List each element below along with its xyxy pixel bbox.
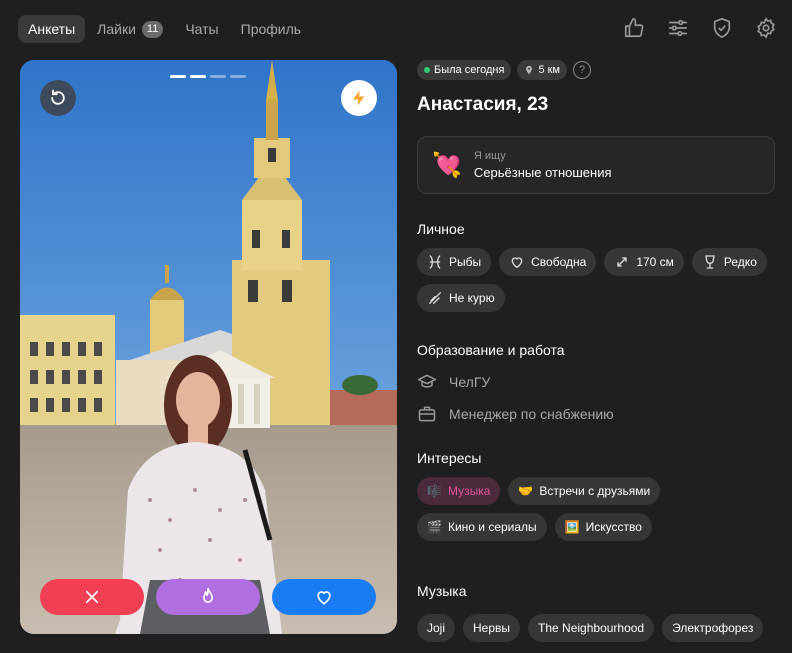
tab-label: Чаты [185, 21, 219, 37]
swipe-actions [40, 579, 376, 615]
tab-likes[interactable]: Лайки 11 [87, 15, 173, 43]
app-root: Анкеты Лайки 11 Чаты Профиль Была сегодн… [0, 0, 792, 653]
gear-icon[interactable] [754, 16, 778, 40]
chip-label: Искусство [585, 520, 642, 534]
job-text: Менеджер по снабжению [449, 406, 614, 422]
job-row: Менеджер по снабжению [417, 402, 775, 426]
photo-progress-segment [210, 75, 226, 78]
looking-for-value: Серьёзные отношения [473, 165, 612, 180]
lightning-icon [353, 90, 365, 106]
education-row: ЧелГУ [417, 370, 775, 394]
location-pin-icon [526, 65, 533, 75]
interest-chip-music: 🎼 Музыка [417, 477, 501, 505]
like-button[interactable] [272, 579, 376, 615]
chip-label: Рыбы [449, 255, 482, 269]
music-title: Музыка [417, 583, 467, 599]
profile-name: Анастасия, 23 [417, 94, 549, 115]
personal-title: Личное [417, 221, 465, 237]
chip-label: Встречи с друзьями [539, 484, 651, 498]
photo-image [20, 60, 397, 634]
music-chip: The Neighbourhood [528, 614, 655, 642]
music-chip: Электрофорез [662, 614, 764, 642]
superlike-button[interactable] [156, 579, 260, 615]
boost-button[interactable] [341, 80, 377, 116]
tab-chats[interactable]: Чаты [175, 15, 228, 43]
thumbs-up-icon[interactable] [622, 16, 646, 40]
filters-icon[interactable] [666, 16, 690, 40]
chip-label: Кино и сериалы [447, 520, 537, 534]
dislike-button[interactable] [40, 579, 144, 615]
personal-chips: Рыбы Свободна 170 см Редко Не курю [417, 248, 775, 312]
drinking-chip: Редко [691, 248, 767, 276]
interests-chips: 🎼 Музыка 🤝 Встречи с друзьями 🎬 Кино и с… [417, 477, 775, 541]
chip-label: Свободна [531, 255, 587, 269]
briefcase-icon [418, 406, 436, 422]
photo-progress-segment [230, 75, 246, 78]
photo-progress-segment [190, 75, 206, 78]
tab-ankety[interactable]: Анкеты [18, 15, 86, 43]
distance-text: 5 км [538, 64, 560, 76]
undo-icon [51, 89, 65, 105]
profile-details: Была сегодня 5 км ? Анастасия, 23 💘 Я ищ… [417, 60, 775, 642]
online-status-text: Была сегодня [434, 64, 505, 76]
pisces-icon [429, 255, 441, 269]
interest-chip-art: 🖼️ Искусство [554, 513, 652, 541]
wine-glass-icon [705, 255, 715, 269]
photo-progress-segment [170, 75, 186, 78]
online-status-badge: Была сегодня [417, 60, 512, 80]
undo-button[interactable] [40, 80, 76, 116]
tab-label: Лайки [97, 21, 136, 37]
heart-icon [317, 591, 331, 605]
heart-arrow-icon: 💘 [432, 151, 462, 179]
tab-label: Анкеты [28, 21, 76, 37]
handshake-icon: 🤝 [518, 484, 534, 498]
flame-icon [203, 587, 213, 603]
chip-label: 170 см [636, 255, 674, 269]
music-chips: Joji Нервы The Neighbourhood Электрофоре… [417, 614, 775, 642]
interests-title: Интересы [417, 450, 482, 466]
chip-label: Музыка [447, 484, 491, 498]
top-icons [622, 16, 778, 40]
school-text: ЧелГУ [449, 374, 491, 390]
chip-label: Редко [723, 255, 757, 269]
music-chip: Joji [417, 614, 456, 642]
looking-for-card: 💘 Я ищу Серьёзные отношения [417, 136, 775, 194]
education-title: Образование и работа [417, 342, 565, 358]
framed-picture-icon: 🖼️ [564, 520, 580, 534]
top-nav: Анкеты Лайки 11 Чаты Профиль [18, 15, 311, 43]
tab-label: Профиль [240, 21, 302, 37]
height-chip: 170 см [604, 248, 684, 276]
interest-chip-friends: 🤝 Встречи с друзьями [508, 477, 661, 505]
interest-chip-movies: 🎬 Кино и сериалы [417, 513, 547, 541]
online-dot-icon [424, 67, 430, 73]
likes-count-badge: 11 [141, 20, 164, 38]
music-chip: Нервы [463, 614, 521, 642]
looking-for-label: Я ищу [473, 150, 506, 162]
help-icon[interactable]: ? [573, 61, 591, 79]
music-score-icon: 🎼 [427, 484, 442, 498]
graduation-cap-icon [417, 374, 437, 388]
photo-progress [170, 75, 246, 78]
tab-profile[interactable]: Профиль [231, 15, 311, 43]
heart-outline-icon [511, 257, 523, 269]
shield-check-icon[interactable] [710, 16, 734, 40]
zodiac-chip: Рыбы [417, 248, 492, 276]
status-row: Была сегодня 5 км ? [417, 60, 775, 80]
relationship-chip: Свободна [499, 248, 597, 276]
clapper-icon: 🎬 [427, 520, 442, 534]
smoking-chip: Не курю [417, 284, 505, 312]
profile-photo[interactable] [20, 60, 397, 634]
distance-badge: 5 км [517, 60, 567, 80]
no-smoking-icon [429, 292, 441, 304]
height-icon [617, 257, 627, 267]
close-icon [85, 590, 99, 604]
chip-label: Не курю [449, 291, 495, 305]
